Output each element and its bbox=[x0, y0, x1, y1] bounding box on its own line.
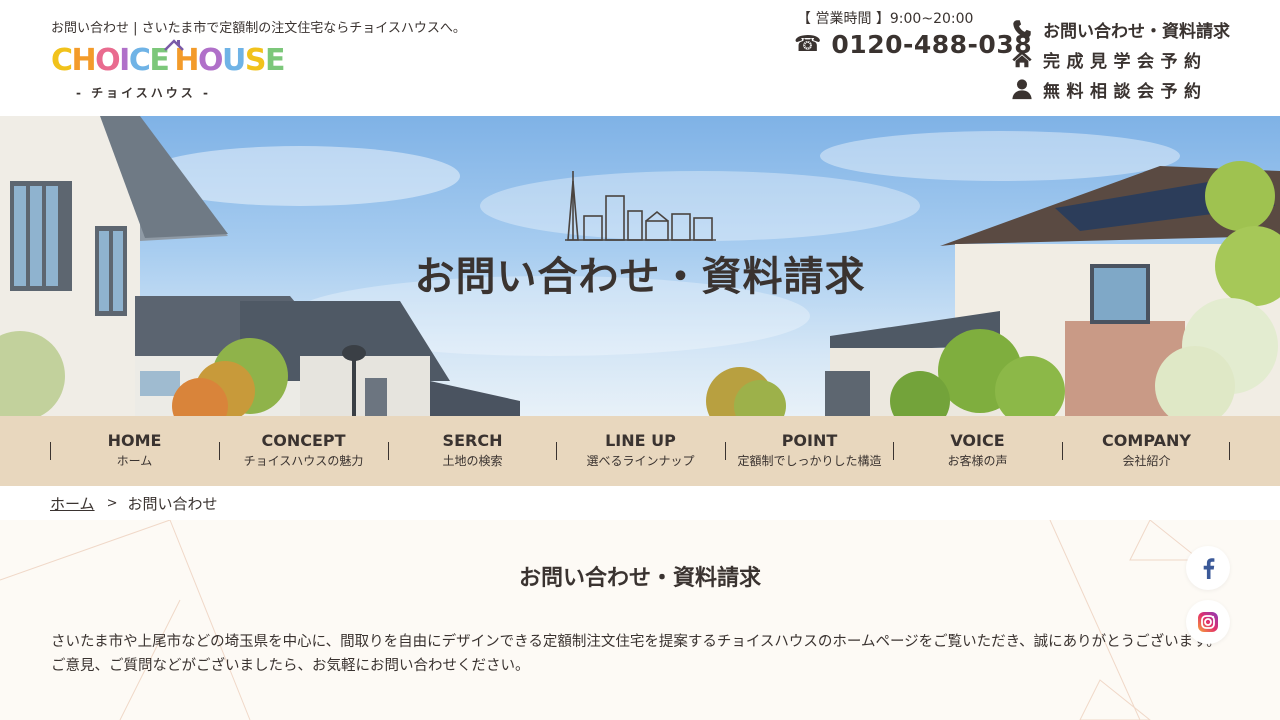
person-icon bbox=[1012, 79, 1032, 100]
nav-item-serch[interactable]: SERCH 土地の検索 bbox=[388, 416, 557, 486]
nav-item-sublabel: 定額制でしっかりした構造 bbox=[737, 454, 882, 468]
chevron-right-icon: > bbox=[106, 496, 118, 511]
breadcrumb: ホーム > お問い合わせ bbox=[50, 493, 217, 514]
consultation-label: 無料相談会予約 bbox=[1043, 81, 1208, 102]
nav-item-sublabel: お客様の声 bbox=[947, 454, 1008, 468]
logo-roof-icon bbox=[164, 39, 184, 51]
nav-divider bbox=[725, 442, 726, 460]
nav-divider bbox=[893, 442, 894, 460]
phone-icon bbox=[1013, 20, 1031, 38]
nav-item-label: LINE UP bbox=[605, 431, 676, 450]
nav-item-label: POINT bbox=[781, 431, 838, 450]
business-hours: 【 営業時間 】9:00~20:00 bbox=[797, 11, 974, 27]
nav-item-lineup[interactable]: LINE UP 選べるラインナップ bbox=[556, 416, 725, 486]
nav-item-sublabel: ホーム bbox=[116, 454, 153, 468]
open-house-link[interactable]: 完成見学会予約 bbox=[1010, 44, 1230, 74]
facebook-button[interactable] bbox=[1186, 546, 1230, 590]
site-header: お問い合わせ | さいたま市で定額制の注文住宅ならチョイスハウスへ。 CHOIC… bbox=[0, 0, 1280, 116]
telephone-icon: ☎ bbox=[794, 32, 822, 57]
facebook-icon bbox=[1203, 558, 1215, 579]
nav-item-label: CONCEPT bbox=[261, 431, 346, 450]
consultation-link[interactable]: 無料相談会予約 bbox=[1010, 74, 1230, 104]
intro-paragraph: ご意見、ご質問などがございましたら、お気軽にお問い合わせください。 bbox=[51, 658, 530, 674]
nav-divider bbox=[556, 442, 557, 460]
site-tagline: お問い合わせ | さいたま市で定額制の注文住宅ならチョイスハウスへ。 bbox=[51, 21, 466, 36]
nav-divider bbox=[388, 442, 389, 460]
home-icon bbox=[1012, 50, 1032, 68]
instagram-icon bbox=[1198, 612, 1218, 632]
main-navigation: HOME ホーム CONCEPT チョイスハウスの魅力 SERCH 土地の検索 … bbox=[0, 416, 1280, 486]
site-logo[interactable]: CHOICE HOUSE - チョイスハウス - bbox=[51, 39, 285, 102]
contact-request-label: お問い合わせ・資料請求 bbox=[1043, 21, 1230, 42]
section-title: お問い合わせ・資料請求 bbox=[518, 566, 761, 591]
nav-item-home[interactable]: HOME ホーム bbox=[50, 416, 219, 486]
nav-divider bbox=[50, 442, 51, 460]
breadcrumb-current: お問い合わせ bbox=[127, 495, 218, 513]
background-decoration bbox=[0, 520, 1202, 720]
nav-item-label: VOICE bbox=[950, 431, 1005, 450]
intro-text: さいたま市や上尾市などの埼玉県を中心に、間取りを自由にデザインできる定額制注文住… bbox=[51, 630, 1223, 678]
contact-request-link[interactable]: お問い合わせ・資料請求 bbox=[1010, 14, 1230, 44]
nav-item-label: HOME bbox=[107, 431, 162, 450]
open-house-label: 完成見学会予約 bbox=[1043, 51, 1208, 72]
intro-paragraph: さいたま市や上尾市などの埼玉県を中心に、間取りを自由にデザインできる定額制注文住… bbox=[51, 634, 1221, 650]
nav-item-point[interactable]: POINT 定額制でしっかりした構造 bbox=[725, 416, 894, 486]
phone-number-link[interactable]: ☎ 0120-488-038 bbox=[794, 30, 1032, 60]
nav-item-label: SERCH bbox=[442, 431, 503, 450]
instagram-button[interactable] bbox=[1186, 600, 1230, 644]
nav-item-sublabel: 土地の検索 bbox=[442, 454, 503, 468]
nav-item-label: COMPANY bbox=[1102, 431, 1191, 450]
phone-number: 0120-488-038 bbox=[831, 30, 1033, 59]
main-content: お問い合わせ・資料請求 さいたま市や上尾市などの埼玉県を中心に、間取りを自由にデ… bbox=[0, 520, 1280, 720]
nav-divider bbox=[1229, 442, 1230, 460]
nav-item-voice[interactable]: VOICE お客様の声 bbox=[893, 416, 1062, 486]
nav-divider bbox=[1062, 442, 1063, 460]
nav-item-sublabel: チョイスハウスの魅力 bbox=[243, 454, 364, 468]
logo-subtitle: - チョイスハウス - bbox=[76, 86, 211, 100]
nav-item-concept[interactable]: CONCEPT チョイスハウスの魅力 bbox=[219, 416, 388, 486]
nav-item-sublabel: 会社紹介 bbox=[1122, 454, 1171, 468]
nav-item-sublabel: 選べるラインナップ bbox=[586, 454, 695, 468]
hero-title: お問い合わせ・資料請求 bbox=[414, 253, 866, 300]
header-links: お問い合わせ・資料請求 完成見学会予約 無料相談会予約 bbox=[1010, 14, 1230, 104]
nav-item-company[interactable]: COMPANY 会社紹介 bbox=[1062, 416, 1231, 486]
nav-divider bbox=[219, 442, 220, 460]
breadcrumb-home-link[interactable]: ホーム bbox=[50, 493, 95, 514]
hero-banner: お問い合わせ・資料請求 bbox=[0, 116, 1280, 416]
